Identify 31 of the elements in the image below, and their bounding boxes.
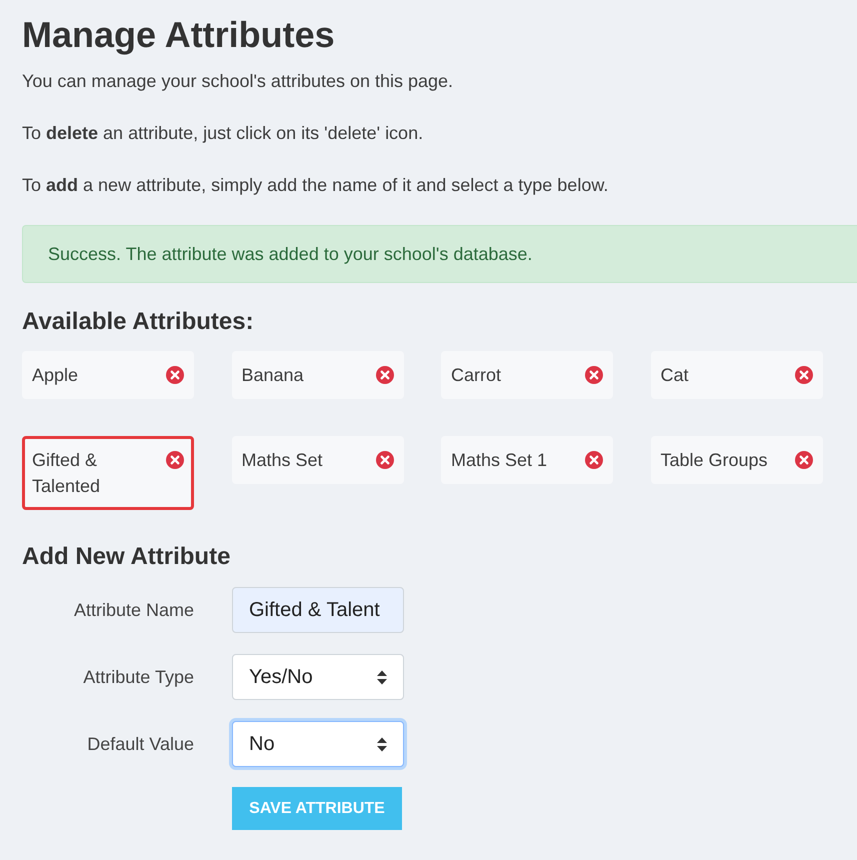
x-circle-icon[interactable]: [585, 366, 603, 384]
x-circle-icon[interactable]: [166, 451, 184, 469]
x-circle-icon[interactable]: [794, 451, 812, 469]
select-field[interactable]: Yes/No: [232, 654, 404, 700]
field-label: Attribute Name: [72, 600, 194, 620]
section-heading: Available Attributes:: [22, 307, 255, 337]
text-input-field[interactable]: Gifted & Talent: [232, 587, 404, 633]
success-alert: Success. The attribute was added to your school's database.: [22, 225, 857, 283]
x-circle-icon[interactable]: [794, 366, 812, 384]
x-circle-icon[interactable]: [376, 451, 394, 469]
intro-text: You can manage your school's attributes on this page.: [22, 70, 454, 93]
attribute-name: Maths Set 1: [451, 449, 548, 472]
up-down-arrows-icon: [377, 670, 387, 684]
x-circle-icon[interactable]: [585, 451, 603, 469]
attribute-name: Apple: [32, 364, 80, 387]
field-label: Default Value: [86, 734, 194, 754]
attribute-name: Gifted & Talented: [32, 449, 102, 498]
field-label: Attribute Type: [82, 666, 194, 688]
page-title: Manage Attributes: [22, 13, 336, 57]
attribute-name: Carrot: [451, 364, 502, 387]
attribute-name: Banana: [242, 364, 305, 387]
select-field[interactable]: No: [232, 721, 404, 767]
section-heading: Add New Attribute: [22, 542, 232, 572]
attribute-name: Cat: [660, 364, 690, 387]
x-circle-icon[interactable]: [166, 366, 184, 384]
attribute-name: Table Groups: [660, 449, 769, 472]
attribute-name: Maths Set: [242, 449, 324, 472]
x-circle-icon[interactable]: [376, 366, 394, 384]
intro-text: To add a new attribute, simply add the name of it and select a type below.: [22, 174, 610, 197]
up-down-arrows-icon: [377, 736, 387, 752]
intro-text: To delete an attribute, just click on its 'delete' icon.: [22, 122, 424, 145]
